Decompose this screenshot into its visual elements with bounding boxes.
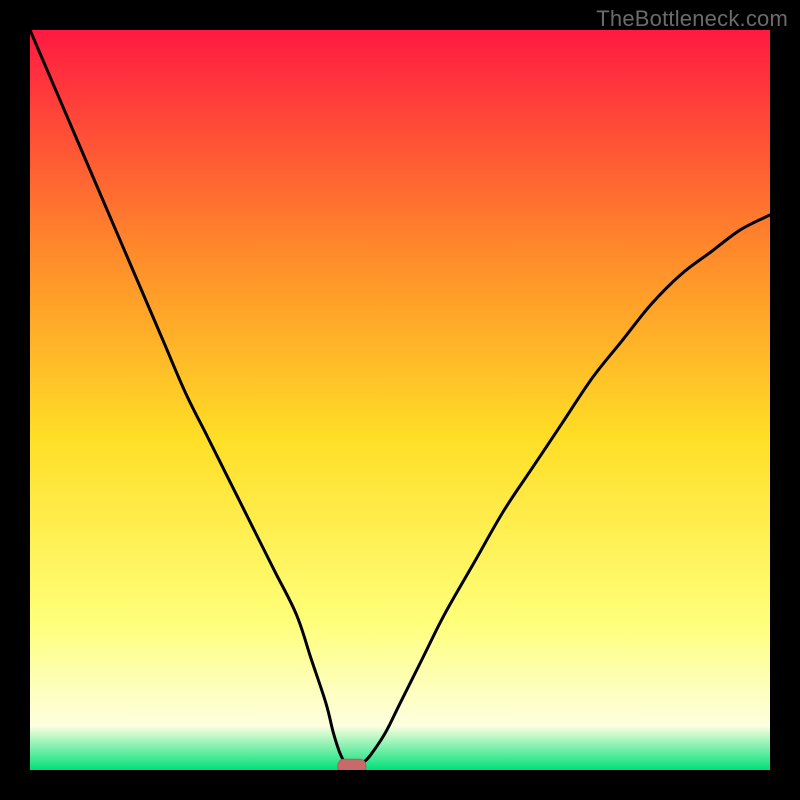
plot-area: [30, 30, 770, 770]
attribution-text: TheBottleneck.com: [596, 6, 788, 32]
bottleneck-chart: [30, 30, 770, 770]
chart-frame: TheBottleneck.com: [0, 0, 800, 800]
minimum-marker: [338, 759, 366, 770]
gradient-background: [30, 30, 770, 770]
